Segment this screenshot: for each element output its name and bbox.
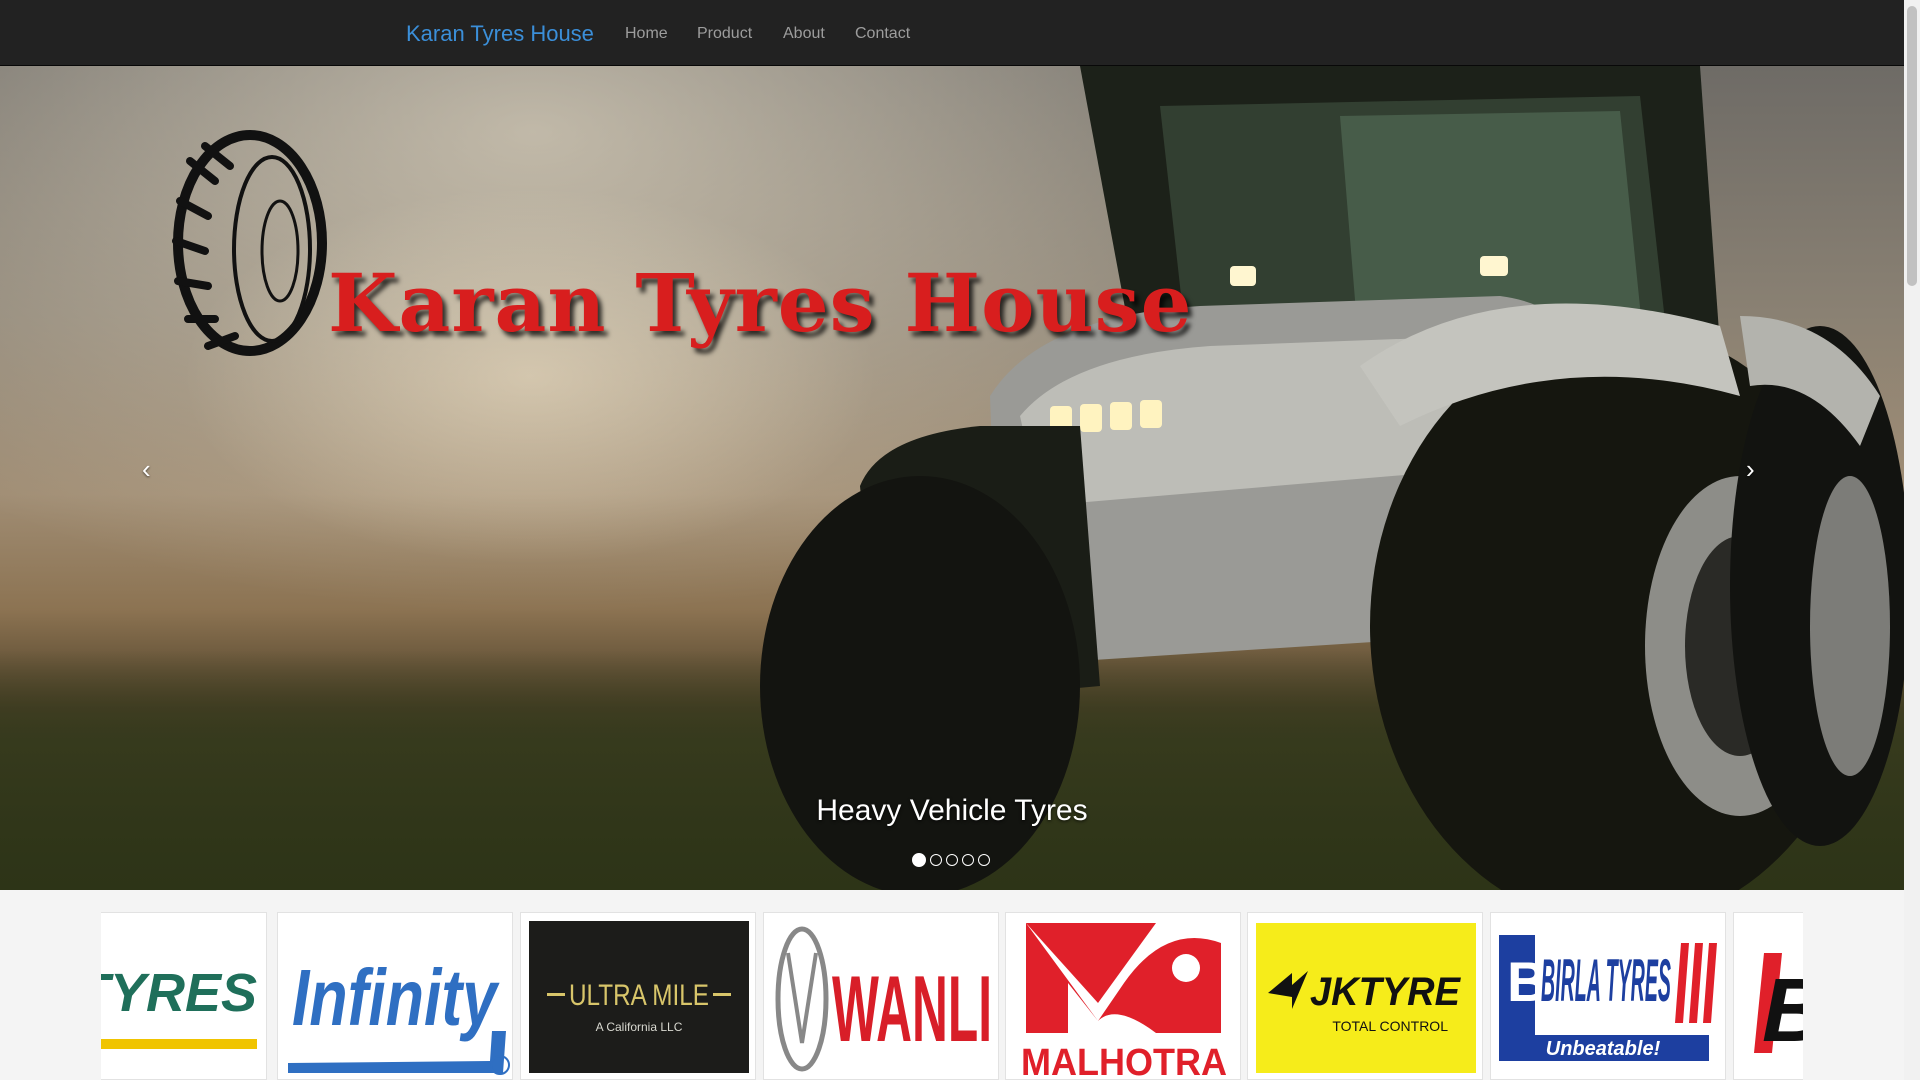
svg-text:BI: BI xyxy=(1762,961,1803,1061)
brand-card-wanli[interactable]: WANLI xyxy=(763,912,999,1080)
nav-link-about[interactable]: About xyxy=(783,0,825,65)
svg-text:Unbeatable!: Unbeatable! xyxy=(1546,1038,1661,1060)
hero-title: Karan Tyres House xyxy=(328,256,1193,350)
hero-carousel: Karan Tyres House ‹ › Heavy Vehicle Tyre… xyxy=(0,66,1904,890)
carousel-indicator-4[interactable] xyxy=(962,853,974,866)
svg-text:ULTRA MILE: ULTRA MILE xyxy=(569,979,709,1012)
scrollbar-thumb[interactable] xyxy=(1907,6,1917,286)
carousel-next-button[interactable]: › xyxy=(1746,454,1755,485)
tyre-logo-icon xyxy=(172,130,327,356)
brand-card-infinity[interactable]: Infinity xyxy=(277,912,513,1080)
svg-text:Infinity: Infinity xyxy=(292,953,500,1042)
svg-text:A California LLC: A California LLC xyxy=(596,1020,683,1034)
svg-text:TOTAL CONTROL: TOTAL CONTROL xyxy=(1332,1018,1448,1034)
page-scrollbar[interactable] xyxy=(1904,0,1920,1080)
brand-card-jktyre[interactable]: JKTYRE TOTAL CONTROL xyxy=(1247,912,1483,1080)
carousel-indicator-1[interactable] xyxy=(912,852,926,867)
nav-link-contact[interactable]: Contact xyxy=(855,0,910,65)
carousel-indicators xyxy=(910,851,992,867)
svg-text:JKTYRE: JKTYRE xyxy=(1310,970,1461,1014)
nav-link-product[interactable]: Product xyxy=(697,0,752,65)
tractor-image xyxy=(760,66,1904,890)
brand-logo-wanli: WANLI xyxy=(775,926,992,1072)
svg-text:BIRLA TYRES: BIRLA TYRES xyxy=(1541,947,1671,1014)
brand-card-ultramile[interactable]: ULTRA MILE A California LLC xyxy=(520,912,756,1080)
brand-logo-partial: BI xyxy=(1754,953,1803,1061)
brand-card-partial[interactable]: BI xyxy=(1733,912,1803,1080)
brand-logo-birla: B BIRLA TYRES Unbeatable! xyxy=(1499,935,1717,1061)
carousel-prev-button[interactable]: ‹ xyxy=(142,454,151,485)
brand-card-malhotra[interactable]: MALHOTRA xyxy=(1005,912,1241,1080)
carousel-indicator-2[interactable] xyxy=(930,853,942,866)
brand-card-inyu[interactable]: INYU TYRES xyxy=(101,912,267,1080)
svg-text:MALHOTRA: MALHOTRA xyxy=(1021,1042,1227,1080)
brand-card-birla[interactable]: B BIRLA TYRES Unbeatable! xyxy=(1490,912,1726,1080)
carousel-caption: Heavy Vehicle Tyres xyxy=(816,794,1088,827)
brand-logo-malhotra: MALHOTRA xyxy=(1021,923,1227,1080)
nav-link-home[interactable]: Home xyxy=(625,0,668,65)
brand-logo-infinity: Infinity xyxy=(288,953,510,1075)
carousel-indicator-3[interactable] xyxy=(946,853,958,866)
brand-logo-jktyre: JKTYRE TOTAL CONTROL xyxy=(1256,923,1476,1073)
brand-logo-ultramile: ULTRA MILE A California LLC xyxy=(529,921,749,1073)
svg-text:INYU TYRES: INYU TYRES xyxy=(101,963,257,1023)
brand-logo-inyu: INYU TYRES xyxy=(101,963,257,1049)
navbar: Karan Tyres House Home Product About Con… xyxy=(0,0,1904,66)
svg-text:WANLI: WANLI xyxy=(832,956,992,1061)
brand-logo-strip: INYU TYRES Infinity ULTRA MILE A Califor… xyxy=(101,912,1803,1080)
navbar-brand-link[interactable]: Karan Tyres House xyxy=(406,0,594,65)
carousel-indicator-5[interactable] xyxy=(978,853,990,866)
